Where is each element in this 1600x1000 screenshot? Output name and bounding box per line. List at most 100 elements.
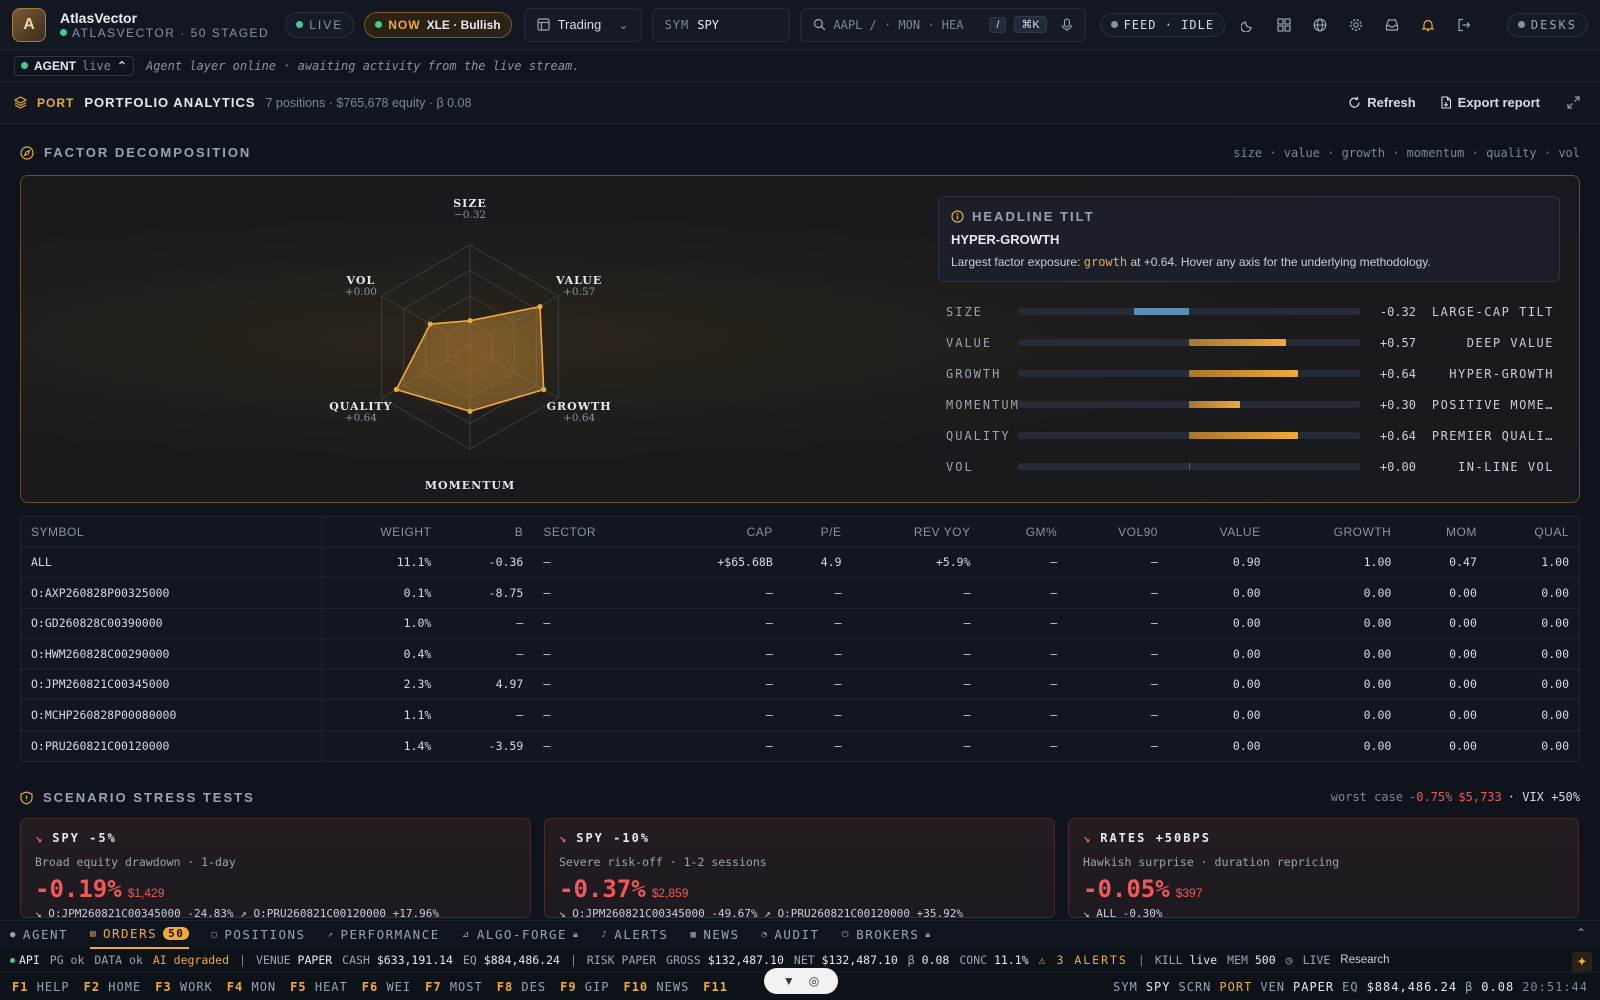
table-cell: O:JPM260821C00345000 — [21, 668, 322, 700]
factor-bar-row[interactable]: VOL +0.00 IN-LINE VOL — [946, 451, 1556, 482]
moon-icon[interactable] — [1235, 12, 1261, 38]
factor-bar-fill — [1189, 370, 1299, 377]
tab-brokers[interactable]: ⏻ BROKERS 🔒︎ — [842, 921, 932, 949]
logout-icon[interactable] — [1451, 12, 1477, 38]
tab-positions[interactable]: ▢ POSITIONS — [211, 921, 305, 949]
fkey-f7[interactable]: F7 MOST — [425, 980, 483, 994]
desks-button[interactable]: DESKS — [1506, 12, 1588, 37]
factor-bar-track — [1018, 401, 1360, 408]
table-row[interactable]: O:GD260828C00390000 1.0% — — — — — — —0.00 0.00 0.… — [21, 607, 1579, 639]
column-header[interactable]: WEIGHT — [321, 517, 441, 547]
column-header[interactable]: P/E — [783, 517, 852, 547]
table-cell: — — [980, 668, 1068, 700]
table-row[interactable]: O:AXP260828P00325000 0.1% -8.75— — — — — —0.00 0… — [21, 577, 1579, 608]
column-header[interactable]: SYMBOL — [21, 517, 322, 547]
factor-radar-chart[interactable]: SIZE−0.32VALUE+0.57GROWTH+0.64MOMENTUM+0… — [300, 190, 660, 490]
symbol-field[interactable]: SYM SPY — [651, 7, 790, 42]
floating-toolbar[interactable]: ▼ ◎ — [764, 968, 838, 994]
tab-algo-forge[interactable]: ⊿ ALGO-FORGE 🔒︎ — [462, 921, 580, 949]
column-header[interactable]: B — [441, 517, 533, 547]
radar-point-vol[interactable] — [427, 321, 433, 327]
table-cell: — — [851, 699, 981, 730]
factor-bar-value: -0.32 — [1379, 304, 1416, 319]
tab-agent[interactable]: ● AGENT — [10, 921, 68, 949]
column-header[interactable]: QUAL — [1487, 517, 1579, 547]
clock-time: 20:51:44 — [1522, 979, 1588, 994]
fkey-f3[interactable]: F3 WORK — [155, 980, 213, 994]
scenario-card[interactable]: ↘ SPY -10% Severe risk-off · 1-2 sessions -… — [544, 818, 1055, 918]
table-row[interactable]: O:JPM260821C00345000 2.3% 4.97— — — — — —0.00 0.… — [21, 668, 1579, 700]
target-icon[interactable]: ◎ — [809, 974, 819, 988]
column-header[interactable]: GM% — [981, 517, 1068, 547]
app-logo[interactable]: A — [12, 7, 46, 42]
scenario-card[interactable]: ↘ RATES +50BPS Hawkish surprise · duration… — [1068, 818, 1579, 918]
expand-icon[interactable] — [1560, 90, 1586, 116]
fkey-f4[interactable]: F4 MON — [227, 980, 276, 994]
tab-alerts[interactable]: ♪ ALERTS — [601, 921, 668, 949]
command-search[interactable]: AAPL / · MON · HEA / ⌘K — [799, 7, 1086, 42]
table-cell: 11.1% — [321, 546, 442, 578]
table-cell: — — [782, 699, 852, 730]
radar-point-value[interactable] — [537, 304, 543, 310]
fkey-f5[interactable]: F5 HEAT — [290, 980, 348, 994]
column-header[interactable]: REV YOY — [852, 517, 981, 547]
sparkle-icon[interactable]: ✦ — [1572, 952, 1592, 972]
research-link[interactable]: Research — [1340, 954, 1389, 966]
fkey-f1[interactable]: F1 HELP — [12, 980, 70, 994]
export-report-button[interactable]: Export report — [1440, 95, 1540, 110]
live-toggle[interactable]: LIVE — [285, 11, 355, 38]
fkey-f6[interactable]: F6 WEI — [362, 980, 411, 994]
grid-icon[interactable] — [1271, 12, 1297, 38]
fkey-f9[interactable]: F9 GIP — [560, 980, 609, 994]
factor-bar-row[interactable]: GROWTH +0.64 HYPER-GROWTH — [946, 358, 1556, 389]
refresh-button[interactable]: Refresh — [1348, 95, 1416, 110]
now-ticker[interactable]: NOW XLE · Bullish — [364, 11, 512, 38]
factor-bar-row[interactable]: SIZE -0.32 LARGE-CAP TILT — [946, 296, 1556, 327]
fkey-f10[interactable]: F10 NEWS — [623, 980, 689, 994]
microphone-icon[interactable] — [1061, 17, 1073, 32]
fkey-f2[interactable]: F2 HOME — [84, 980, 142, 994]
table-row[interactable]: O:MCHP260828P00080000 1.1% — — — — — — —0.00 0.00… — [21, 699, 1579, 730]
scenario-card[interactable]: ↘ SPY -5% Broad equity drawdown · 1-day -0.… — [20, 818, 531, 918]
tab-audit[interactable]: ◔ AUDIT — [761, 921, 819, 949]
radar-point-size[interactable] — [467, 318, 473, 324]
factor-bar-row[interactable]: QUALITY +0.64 PREMIER QUALI… — [946, 420, 1556, 451]
column-header[interactable]: VOL90 — [1067, 517, 1168, 547]
tab-orders[interactable]: ▤ ORDERS 50 — [90, 921, 190, 949]
bell-icon[interactable] — [1415, 12, 1441, 38]
mode-select[interactable]: Trading ⌄ — [523, 7, 642, 42]
radar-point-momentum[interactable] — [467, 408, 473, 414]
column-header[interactable]: VALUE — [1168, 517, 1271, 547]
tab-news[interactable]: ▦ NEWS — [690, 921, 739, 949]
column-header[interactable]: CAP — [656, 517, 783, 547]
table-cell: 0.00 — [1167, 729, 1271, 761]
alerts-status[interactable]: ⚠ 3 ALERTS — [1039, 953, 1128, 967]
agent-toggle[interactable]: AGENT live ⌃ — [14, 55, 134, 76]
column-header[interactable]: MOM — [1401, 517, 1487, 547]
radar-point-quality[interactable] — [393, 386, 399, 393]
factor-bar-row[interactable]: MOMENTUM +0.30 POSITIVE MOME… — [946, 389, 1556, 420]
search-input[interactable]: AAPL / · MON · HEA — [833, 18, 981, 32]
column-header[interactable]: GROWTH — [1271, 517, 1402, 547]
table-cell: ALL — [21, 546, 322, 578]
lock-icon: 🔒︎ — [573, 929, 580, 940]
vue-icon[interactable]: ▼ — [783, 974, 795, 988]
table-row[interactable]: O:HWM260828C00290000 0.4% — — — — — — —0.00 0.00 0… — [21, 638, 1579, 669]
factor-bar-row[interactable]: VALUE +0.57 DEEP VALUE — [946, 327, 1556, 358]
radar-point-growth[interactable] — [541, 386, 547, 393]
tab-performance[interactable]: ↗ PERFORMANCE — [328, 921, 440, 949]
chevron-up-icon[interactable]: ⌃ — [1576, 926, 1586, 940]
fkey-f11[interactable]: F11 — [703, 980, 728, 994]
fkey-f8[interactable]: F8 DES — [497, 980, 546, 994]
column-header[interactable]: SECTOR — [533, 517, 656, 547]
table-row[interactable]: O:PRU260821C00120000 1.4% -3.59— — — — — —0.00 0… — [21, 729, 1579, 761]
radar-axis-label[interactable]: MOMENTUM — [425, 479, 515, 490]
inbox-icon[interactable] — [1379, 12, 1405, 38]
feed-status[interactable]: FEED · IDLE — [1099, 12, 1226, 37]
pg-status: PG ok — [49, 953, 85, 967]
gear-icon[interactable] — [1343, 12, 1369, 38]
table-row[interactable]: ALL 11.1% -0.36— +$65.68B 4.9 +5.9% — —0.90 1.00… — [21, 546, 1579, 578]
fkey-key: F10 — [623, 979, 649, 994]
globe-icon[interactable] — [1307, 12, 1333, 38]
radar-axis-value: −0.32 — [454, 209, 486, 221]
